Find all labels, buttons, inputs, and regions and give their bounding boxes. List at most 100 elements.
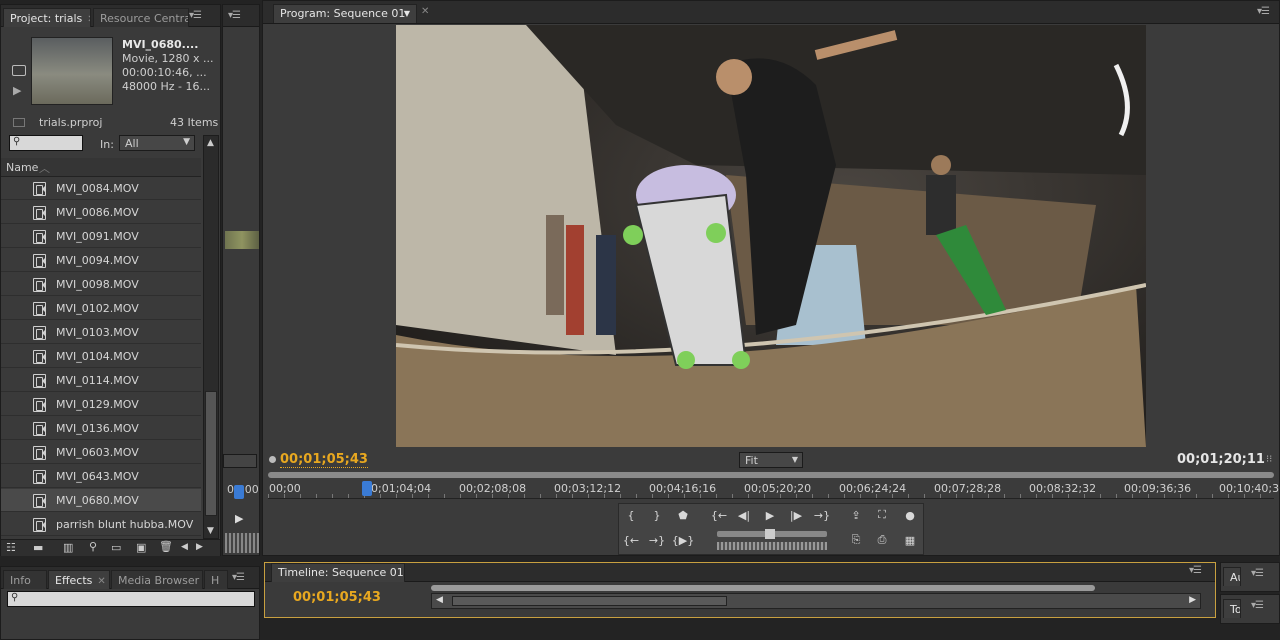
source-jog[interactable] [225,533,259,553]
go-to-in-icon[interactable]: {← [708,506,730,524]
project-scrollbar[interactable]: ▲ ▼ [203,135,219,539]
lift-icon[interactable]: ⇪ [845,506,867,524]
jog-wheel[interactable] [717,542,827,550]
step-forward-icon[interactable]: |▶ [785,506,807,524]
search-input[interactable]: ⚲ [9,135,83,151]
scroll-thumb[interactable] [205,391,217,516]
close-icon[interactable]: ✕ [87,14,90,25]
extract-icon[interactable]: ⛶ [871,506,893,524]
list-item[interactable]: MVI_0103.MOV [1,321,201,344]
panel-menu-icon[interactable]: ▾☰ [1257,6,1270,17]
panel-menu-icon[interactable]: ▾☰ [189,10,202,21]
in-filter-value: All [125,137,139,150]
go-to-out-icon[interactable]: →} [811,506,833,524]
step-back-icon[interactable]: ◀| [733,506,755,524]
new-item-icon[interactable]: ▣ [136,541,146,554]
new-bin-icon[interactable]: ▭ [111,541,121,554]
tab-program-sequence[interactable]: Program: Sequence 01 ▼ [273,4,417,23]
list-item[interactable]: MVI_0098.MOV [1,273,201,296]
list-item[interactable]: MVI_0104.MOV [1,345,201,368]
list-item[interactable]: MVI_0643.MOV [1,465,201,488]
scroll-right-icon[interactable]: ▶ [1189,595,1196,605]
tab-timeline-sequence[interactable]: Timeline: Sequence 01✕ [271,563,405,582]
tab-audio[interactable]: Au [1223,567,1241,586]
source-playhead-icon[interactable] [234,485,244,499]
go-next-edit-icon[interactable]: →} [646,531,668,549]
list-item[interactable]: MVI_0136.MOV [1,417,201,440]
scroll-up-icon[interactable]: ▲ [207,138,214,148]
mark-out-icon[interactable]: } [646,506,668,524]
playhead-small-icon [269,456,276,463]
close-icon[interactable]: ✕ [97,576,105,587]
settings-icon[interactable]: ⁝⁝ [1266,454,1272,465]
list-item[interactable]: MVI_0094.MOV [1,249,201,272]
export-frame-icon[interactable]: ⎙ [871,531,893,549]
list-item[interactable]: MVI_0114.MOV [1,369,201,392]
list-item[interactable]: MVI_0084.MOV [1,177,201,200]
tab-resource-central[interactable]: Resource Centra [93,8,189,27]
chevron-down-icon[interactable]: ▼ [404,9,410,18]
shuttle-thumb[interactable] [765,529,775,539]
mark-in-icon[interactable]: { [620,506,642,524]
tab-info[interactable]: Info [3,570,47,589]
close-icon[interactable]: ✕ [421,6,429,17]
play-preview-icon[interactable]: ▶ [13,84,21,97]
panel-menu-icon[interactable]: ▾☰ [1251,568,1264,579]
source-play-icon[interactable]: ▶ [235,512,243,525]
program-playhead[interactable] [362,481,372,496]
list-item[interactable]: parrish blunt hubba.MOV [1,513,201,536]
trim-icon[interactable]: ⎘ [845,531,867,549]
find-icon[interactable]: ⚲ [89,540,97,553]
automate-icon[interactable]: ▥ [63,541,73,554]
panel-menu-icon[interactable]: ▾☰ [1251,600,1264,611]
camera-icon[interactable] [12,65,26,76]
panel-menu-icon[interactable]: ▾☰ [228,10,241,21]
shuttle-slider[interactable] [717,529,827,539]
list-item[interactable]: MVI_0091.MOV [1,225,201,248]
scroll-down-icon[interactable]: ▼ [207,526,214,536]
program-ruler-bar[interactable] [268,472,1274,478]
go-previous-edit-icon[interactable]: {← [620,531,642,549]
tab-media-browser[interactable]: Media Browser [111,570,203,589]
timeline-scroll-thumb[interactable] [452,596,727,606]
tab-history[interactable]: H [204,570,228,589]
effects-search-input[interactable]: ⚲ [7,591,255,607]
in-filter-select[interactable]: All ▼ [119,135,195,151]
tab-resource-label: Resource Centra [100,12,189,25]
tab-effects[interactable]: Effects ✕ [48,570,110,589]
play-in-to-out-icon[interactable]: {▶} [672,531,694,549]
timeline-ruler[interactable]: ◀ ▶ [431,593,1201,609]
output-icon[interactable]: ● [899,506,921,524]
source-zoom-field[interactable] [223,454,257,468]
scroll-left-icon[interactable]: ◀ [436,595,443,605]
arrow-left-icon[interactable]: ◀ [181,542,188,552]
list-item[interactable]: MVI_0603.MOV [1,441,201,464]
list-item[interactable]: MVI_0129.MOV [1,393,201,416]
name-column-header[interactable]: Name ︿ [1,158,201,177]
tab-project[interactable]: Project: trials ✕ [3,8,91,27]
timeline-zoom-bar[interactable] [431,585,1095,591]
list-item[interactable]: MVI_0102.MOV [1,297,201,320]
program-ruler[interactable] [268,479,1274,499]
zoom-select[interactable]: Fit ▼ [739,452,803,468]
timeline-panel: Timeline: Sequence 01✕ ▾☰ 00;01;05;43 ◀ … [264,562,1216,618]
list-view-icon[interactable]: ☷ [6,541,16,554]
marker-icon[interactable]: ⬟ [672,506,694,524]
clear-icon[interactable]: 🗑 [159,540,173,553]
panel-menu-icon[interactable]: ▾☰ [1189,565,1202,576]
program-tabbar: Program: Sequence 01 ▼ ✕ ▾☰ [263,1,1279,24]
timeline-current-time[interactable]: 00;01;05;43 [293,590,381,605]
tab-tools[interactable]: To [1223,599,1241,618]
timeline-tab-label: Timeline: Sequence 01 [278,566,404,579]
panel-menu-icon[interactable]: ▾☰ [232,572,245,583]
play-icon[interactable]: ▶ [759,506,781,524]
list-item[interactable]: MVI_0086.MOV [1,201,201,224]
video-file-icon [33,278,46,292]
list-item[interactable]: MVI_0680.MOV [1,489,201,512]
multi-camera-icon[interactable]: ▦ [899,531,921,549]
icon-view-icon[interactable]: ▬ [33,541,43,554]
program-video-frame[interactable] [396,25,1146,447]
program-duration: 00;01;20;11 [1177,452,1265,467]
arrow-right-icon[interactable]: ▶ [196,542,203,552]
program-current-time[interactable]: 00;01;05;43 [280,452,368,468]
